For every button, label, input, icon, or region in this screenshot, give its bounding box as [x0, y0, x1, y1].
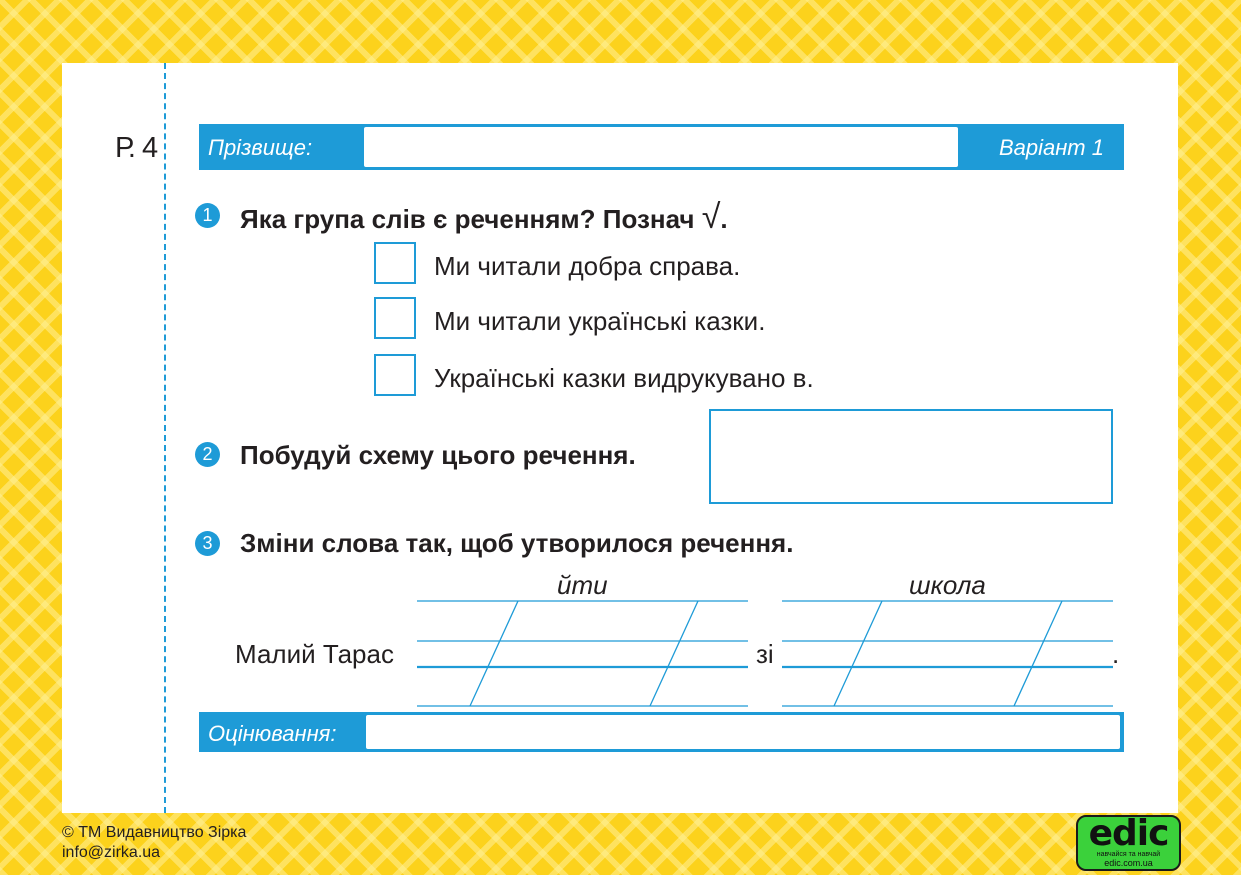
sentence-end: .: [1112, 639, 1120, 669]
edic-logo: edic навчайся та навчай edic.com.ua: [1076, 815, 1181, 871]
answer-line-1[interactable]: [417, 601, 748, 706]
sentence-connector: зі: [756, 639, 774, 669]
footer-email: info@zirka.ua: [62, 844, 161, 861]
grading-field[interactable]: [366, 715, 1120, 749]
footer-copyright: © ТМ Видавництво Зірка: [62, 824, 247, 841]
logo-name: edic: [1088, 813, 1170, 854]
logo-url: edic.com.ua: [1104, 858, 1153, 868]
sentence-start: Малий Тарас: [235, 639, 394, 669]
grading-bar: Оцінювання:: [199, 712, 1124, 752]
answer-line-2[interactable]: [782, 601, 1113, 706]
grading-label: Оцінювання:: [208, 721, 337, 746]
